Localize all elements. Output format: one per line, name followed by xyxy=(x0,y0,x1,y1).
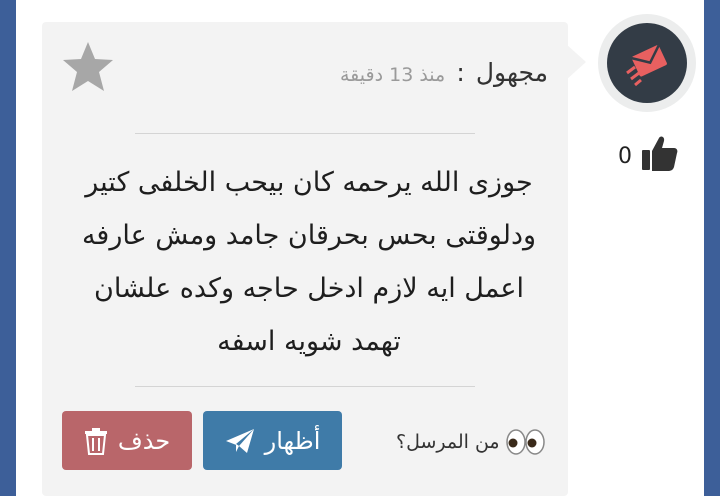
thumbs-up-icon[interactable] xyxy=(640,134,678,172)
header-separator: : xyxy=(456,58,465,87)
sender-question-text[interactable]: من المرسل؟ xyxy=(396,431,500,453)
sender-question: من المرسل؟ xyxy=(396,428,546,456)
show-sender-button[interactable]: أظهار xyxy=(203,411,342,470)
divider-top xyxy=(135,133,475,134)
paper-plane-icon xyxy=(225,428,254,453)
envelope-speed-icon xyxy=(626,44,667,87)
card-pointer xyxy=(566,44,586,80)
like-count: 0 xyxy=(618,144,632,169)
show-label: أظهار xyxy=(264,426,321,455)
delete-button[interactable]: حذف xyxy=(62,411,192,470)
author-name: مجهول xyxy=(475,58,548,87)
star-icon[interactable] xyxy=(60,40,116,94)
comment-header: مجهول : منذ 13 دقيقة xyxy=(340,58,548,87)
comment-time: منذ 13 دقيقة xyxy=(339,64,446,86)
comment-message: جوزى الله يرحمه كان بيحب الخلفى كتير ودل… xyxy=(81,167,537,357)
divider-bottom xyxy=(135,386,475,387)
eyes-icon xyxy=(505,429,545,455)
delete-label: حذف xyxy=(117,426,171,455)
trash-icon xyxy=(84,427,107,455)
avatar xyxy=(607,23,687,103)
